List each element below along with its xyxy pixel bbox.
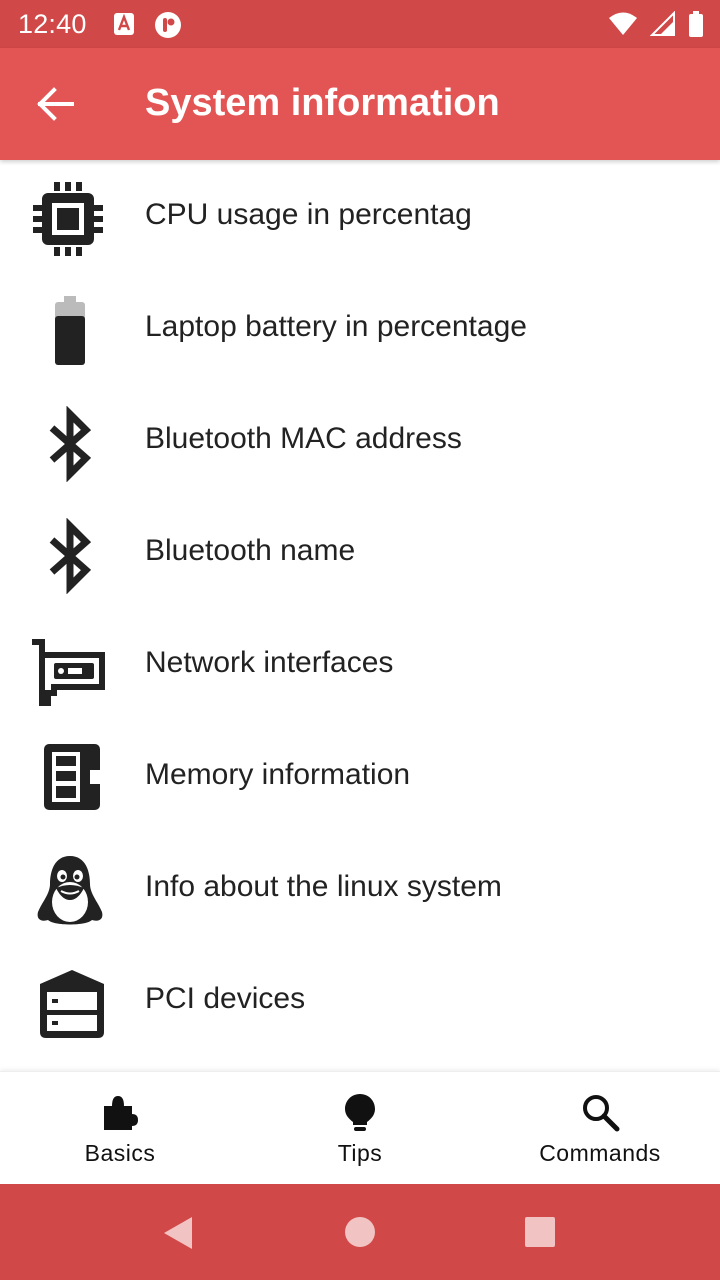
list-item-label: Info about the linux system (145, 870, 502, 903)
list-item-label: CPU usage in percentag (145, 198, 472, 231)
list-item-network-interfaces[interactable]: Network interfaces (0, 608, 720, 720)
nav-label: Basics (84, 1140, 156, 1166)
list-item-memory-information[interactable]: Memory information (0, 720, 720, 832)
list-item-label: Network interfaces (145, 646, 394, 679)
list-item-bluetooth-name[interactable]: Bluetooth name (0, 496, 720, 608)
network-card-icon (30, 630, 110, 707)
cellular-signal-icon (649, 10, 676, 42)
list-item-label: Bluetooth name (145, 534, 356, 567)
battery-icon (30, 294, 110, 370)
nav-tab-tips[interactable]: Tips (240, 1072, 480, 1185)
status-bar: 12:40 (0, 0, 720, 48)
home-circle-icon[interactable] (344, 1216, 376, 1248)
list-item-bluetooth-mac[interactable]: Bluetooth MAC address (0, 384, 720, 496)
bottom-navigation: Basics Tips Commands (0, 1071, 720, 1184)
puzzle-icon (100, 1092, 140, 1132)
system-navigation-bar (0, 1184, 720, 1280)
back-button[interactable] (30, 84, 82, 124)
arrow-back-icon (37, 87, 74, 121)
pci-device-icon (30, 966, 110, 1042)
wifi-icon (608, 11, 638, 42)
bluetooth-icon (30, 405, 110, 483)
nav-tab-basics[interactable]: Basics (0, 1072, 240, 1185)
linux-penguin-icon (30, 854, 110, 930)
list-item-pci-devices[interactable]: PCI devices (0, 944, 720, 1056)
system-info-list: CPU usage in percentag Laptop battery in… (0, 160, 720, 1056)
nav-tab-commands[interactable]: Commands (480, 1072, 720, 1185)
lightbulb-icon (340, 1092, 380, 1132)
list-item-cpu-usage[interactable]: CPU usage in percentag (0, 160, 720, 272)
list-item-label: Laptop battery in percentage (145, 310, 527, 343)
back-triangle-icon[interactable] (160, 1215, 196, 1251)
page-title: System information (145, 82, 500, 124)
recents-square-icon[interactable] (524, 1216, 556, 1248)
search-icon (580, 1092, 620, 1132)
list-item-battery[interactable]: Laptop battery in percentage (0, 272, 720, 384)
notification-app-icon-2 (154, 11, 182, 44)
notification-app-icon (112, 11, 136, 44)
list-item-label: PCI devices (145, 982, 306, 1015)
app-bar: System information (0, 48, 720, 160)
list-item-linux-info[interactable]: Info about the linux system (0, 832, 720, 944)
list-item-label: Bluetooth MAC address (145, 422, 462, 455)
cpu-icon (30, 182, 110, 258)
memory-icon (30, 742, 110, 818)
list-item-label: Memory information (145, 758, 411, 791)
battery-status-icon (688, 11, 704, 42)
nav-label: Commands (539, 1140, 661, 1166)
bluetooth-icon (30, 517, 110, 595)
status-time: 12:40 (18, 9, 87, 39)
nav-label: Tips (337, 1140, 383, 1166)
